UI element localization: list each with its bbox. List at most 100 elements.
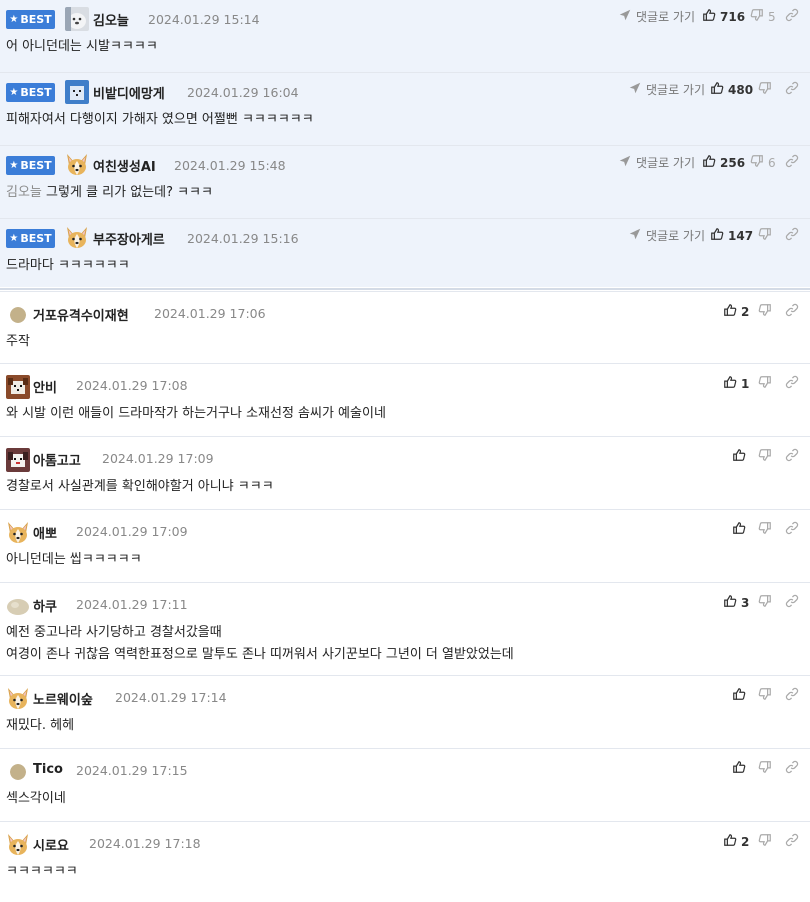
dislike-button[interactable] (758, 448, 772, 465)
avatar[interactable] (10, 764, 26, 780)
avatar[interactable] (65, 153, 89, 177)
best-label: BEST (20, 86, 52, 99)
like-button[interactable]: 2 (723, 303, 749, 320)
dislike-button[interactable] (758, 375, 772, 392)
like-button[interactable] (732, 687, 746, 704)
avatar[interactable] (10, 307, 26, 323)
copy-link-button[interactable] (785, 687, 799, 704)
thumbs-down-icon (758, 303, 772, 320)
avatar[interactable] (65, 226, 89, 250)
thumbs-up-icon (723, 375, 737, 392)
mention-nickname[interactable]: 김오늘 (6, 185, 42, 200)
like-button[interactable]: 480 (710, 81, 753, 98)
copy-link-button[interactable] (785, 833, 799, 850)
avatar[interactable] (65, 80, 89, 104)
dislike-button[interactable]: 6 (750, 154, 776, 171)
nickname[interactable]: Tico (33, 762, 63, 777)
best-badge: ★ BEST (6, 83, 55, 102)
dislike-button[interactable] (758, 760, 772, 777)
like-button[interactable]: 3 (723, 594, 749, 611)
dislike-button[interactable] (758, 227, 772, 244)
comment-text: 어 아니던데는 시발ㅋㅋㅋㅋ (6, 36, 158, 58)
like-count: 147 (728, 228, 754, 243)
nickname[interactable]: 비밭디에망게 (93, 83, 165, 102)
dislike-button[interactable] (758, 687, 772, 704)
comment-body: 그렇게 클 리가 없는데? ㅋㅋㅋ (46, 185, 213, 200)
dislike-button[interactable] (758, 303, 772, 320)
star-icon: ★ (9, 160, 19, 171)
avatar[interactable] (6, 375, 30, 399)
like-button[interactable] (732, 448, 746, 465)
avatar[interactable] (6, 594, 30, 618)
nickname[interactable]: 아톰고고 (33, 450, 81, 469)
dislike-button[interactable]: 5 (750, 8, 776, 25)
like-button[interactable]: 716 (702, 8, 745, 25)
best-badge: ★ BEST (6, 156, 55, 175)
link-icon (785, 687, 799, 704)
nickname[interactable]: 여친생성AI (93, 156, 156, 175)
copy-link-button[interactable] (785, 448, 799, 465)
copy-link-button[interactable] (785, 760, 799, 777)
like-button[interactable]: 256 (702, 154, 745, 171)
comment-text: 드라마다 ㅋㅋㅋㅋㅋㅋ (6, 255, 130, 277)
send-icon (618, 154, 632, 171)
dislike-button[interactable] (758, 833, 772, 850)
like-button[interactable]: 147 (710, 227, 753, 244)
like-count: 2 (741, 304, 750, 319)
nickname[interactable]: 부주장아게르 (93, 229, 165, 248)
comment-text: 주작 (6, 331, 30, 353)
goto-comment-link[interactable]: 댓글로 가기 (618, 8, 695, 25)
comment-text: 김오늘 그렇게 클 리가 없는데? ㅋㅋㅋ (6, 182, 213, 204)
best-label: BEST (20, 159, 52, 172)
comment: 애뽀 2024.01.29 17:09 아니던데는 씹ㅋㅋㅋㅋㅋ (0, 510, 810, 583)
nickname[interactable]: 애뽀 (33, 523, 57, 542)
link-icon (785, 448, 799, 465)
goto-comment-link[interactable]: 댓글로 가기 (628, 227, 705, 244)
comment-body: 피해자여서 다행이지 가해자 였으면 어쩔뻔 ㅋㅋㅋㅋㅋㅋ (6, 112, 314, 127)
star-icon: ★ (9, 233, 19, 244)
nickname[interactable]: 안비 (33, 377, 57, 396)
comment-date: 2024.01.29 17:09 (102, 451, 214, 466)
thumbs-up-icon (710, 227, 724, 244)
like-button[interactable] (732, 760, 746, 777)
like-button[interactable]: 1 (723, 375, 749, 392)
nickname[interactable]: 노르웨이숲 (33, 689, 93, 708)
copy-link-button[interactable] (785, 521, 799, 538)
goto-label: 댓글로 가기 (636, 156, 696, 170)
avatar[interactable] (6, 448, 30, 472)
nickname[interactable]: 하쿠 (33, 596, 57, 615)
comment-body: 드라마다 ㅋㅋㅋㅋㅋㅋ (6, 258, 130, 273)
nickname[interactable]: 김오늘 (93, 10, 129, 29)
comment-line: 주작 (6, 334, 30, 349)
like-count: 1 (741, 376, 750, 391)
avatar[interactable] (6, 833, 30, 857)
thumbs-down-icon (750, 8, 764, 25)
avatar[interactable] (6, 687, 30, 711)
comment-line: 예전 중고나라 사기당하고 경찰서갔을때 (6, 625, 222, 640)
nickname[interactable]: 거포유격수이재현 (33, 305, 129, 324)
copy-link-button[interactable] (785, 154, 799, 171)
copy-link-button[interactable] (785, 8, 799, 25)
copy-link-button[interactable] (785, 227, 799, 244)
best-comment: ★ BEST 비밭디에망게 2024.01.29 16:04 피해자여서 다행이지 가해… (0, 73, 810, 146)
dislike-button[interactable] (758, 521, 772, 538)
avatar[interactable] (6, 521, 30, 545)
copy-link-button[interactable] (785, 375, 799, 392)
dislike-button[interactable] (758, 81, 772, 98)
comment-date: 2024.01.29 17:15 (76, 763, 188, 778)
nickname[interactable]: 시로요 (33, 835, 69, 854)
copy-link-button[interactable] (785, 303, 799, 320)
best-label: BEST (20, 232, 52, 245)
copy-link-button[interactable] (785, 81, 799, 98)
comment-date: 2024.01.29 17:18 (89, 836, 201, 851)
like-button[interactable] (732, 521, 746, 538)
like-button[interactable]: 2 (723, 833, 749, 850)
copy-link-button[interactable] (785, 594, 799, 611)
dislike-count: 6 (768, 155, 776, 170)
thumbs-down-icon (758, 687, 772, 704)
dislike-button[interactable] (758, 594, 772, 611)
goto-comment-link[interactable]: 댓글로 가기 (628, 81, 705, 98)
avatar[interactable] (65, 7, 89, 31)
thumbs-up-icon (723, 303, 737, 320)
goto-comment-link[interactable]: 댓글로 가기 (618, 154, 695, 171)
